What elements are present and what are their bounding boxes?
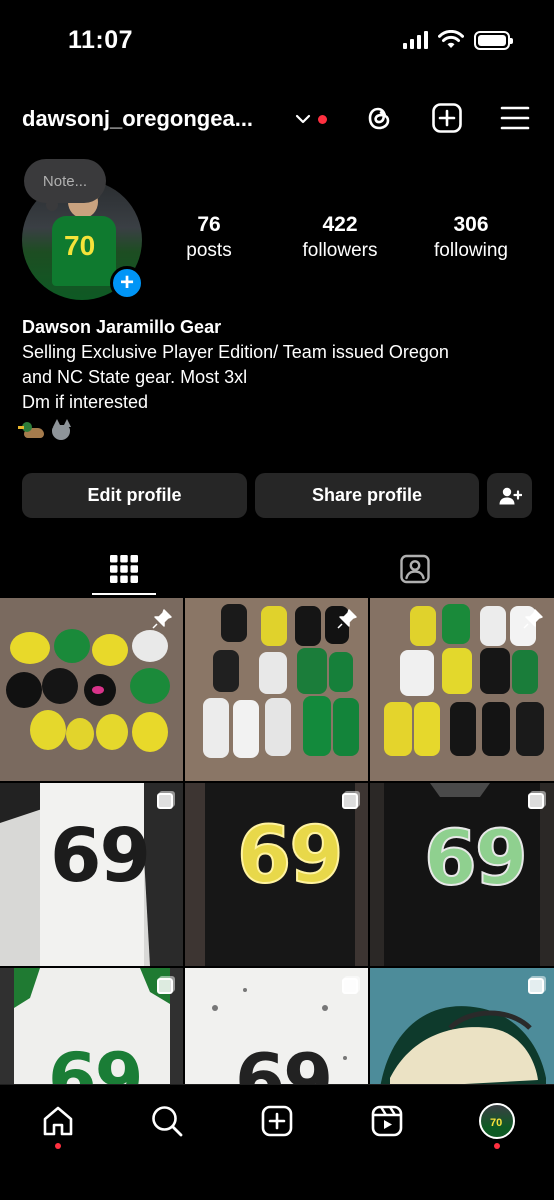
jersey-number: 69	[50, 813, 151, 899]
multi-photo-icon	[342, 793, 358, 809]
nav-profile[interactable]: 70	[475, 1099, 519, 1143]
profile-avatar: 70	[479, 1103, 515, 1139]
pinned-post-icon	[151, 608, 173, 635]
grid-post[interactable]	[370, 598, 554, 781]
followers-count: 422	[322, 213, 358, 236]
grid-post[interactable]: 69	[185, 783, 368, 966]
create-icon	[261, 1105, 293, 1137]
followers-label: followers	[302, 240, 378, 261]
menu-icon[interactable]	[497, 100, 533, 136]
multi-photo-icon	[342, 978, 358, 994]
posts-stat[interactable]: 76 posts	[168, 212, 250, 264]
posts-label: posts	[186, 240, 232, 261]
wolf-emoji-icon	[50, 419, 74, 441]
active-tab-indicator	[92, 593, 156, 595]
bio-emojis	[18, 417, 532, 443]
chevron-down-icon[interactable]	[294, 108, 312, 130]
wifi-icon	[438, 30, 464, 48]
nav-create[interactable]	[255, 1099, 299, 1143]
note-bubble[interactable]: Note...	[24, 159, 106, 211]
following-stat[interactable]: 306 following	[421, 212, 521, 264]
pinned-post-icon	[522, 608, 544, 635]
profile-header: dawsonj_oregongea...	[0, 96, 554, 144]
multi-photo-icon	[157, 793, 173, 809]
duck-emoji-icon	[18, 420, 46, 440]
posts-grid: 69 69 69 69 69	[0, 598, 554, 1151]
tagged-icon	[400, 554, 430, 584]
battery-icon	[474, 30, 513, 50]
following-label: following	[434, 240, 508, 261]
status-bar: 11:07	[0, 0, 554, 84]
profile-notification-dot	[494, 1143, 500, 1149]
nav-home[interactable]	[36, 1099, 80, 1143]
status-icons	[403, 30, 513, 50]
posts-count: 76	[197, 213, 221, 236]
grid-post[interactable]	[185, 598, 368, 781]
home-icon	[43, 1106, 73, 1136]
tab-posts-grid[interactable]	[92, 540, 156, 598]
mini-avatar-number: 70	[490, 1117, 503, 1129]
grid-post[interactable]	[0, 598, 183, 781]
jersey-number: 69	[423, 812, 529, 903]
followers-stat[interactable]: 422 followers	[290, 212, 390, 264]
nav-search[interactable]	[145, 1099, 189, 1143]
bio-line: Dm if interested	[22, 392, 149, 412]
search-icon	[152, 1106, 183, 1137]
bottom-navigation: 70	[0, 1084, 554, 1200]
bio-line: Selling Exclusive Player Edition/ Team i…	[22, 342, 449, 362]
discover-people-button[interactable]	[487, 473, 532, 518]
grid-post[interactable]: 69	[0, 783, 183, 966]
grid-post[interactable]: 69	[370, 783, 554, 966]
pinned-post-icon	[336, 608, 358, 635]
clock: 11:07	[68, 26, 134, 54]
username-switcher[interactable]: dawsonj_oregongea...	[22, 106, 253, 132]
cellular-signal-icon	[403, 31, 428, 49]
profile-bio: Dawson Jaramillo Gear Selling Exclusive …	[18, 315, 532, 443]
bio-line: and NC State gear. Most 3xl	[22, 367, 248, 387]
following-count: 306	[453, 213, 489, 236]
notification-dot	[318, 115, 327, 124]
reels-icon	[371, 1105, 403, 1137]
add-person-icon	[499, 487, 522, 504]
share-profile-button[interactable]: Share profile	[255, 473, 479, 518]
create-post-icon[interactable]	[429, 100, 465, 136]
threads-icon[interactable]	[361, 100, 397, 136]
multi-photo-icon	[528, 793, 544, 809]
add-story-plus-icon[interactable]: +	[110, 266, 144, 300]
nav-reels[interactable]	[365, 1099, 409, 1143]
edit-profile-button[interactable]: Edit profile	[22, 473, 247, 518]
tab-tagged[interactable]	[383, 540, 447, 598]
grid-icon	[110, 555, 138, 583]
home-notification-dot	[55, 1143, 61, 1149]
multi-photo-icon	[157, 978, 173, 994]
multi-photo-icon	[528, 978, 544, 994]
display-name: Dawson Jaramillo Gear	[22, 317, 222, 337]
jersey-number: 69	[236, 810, 345, 902]
avatar-jersey-number: 70	[64, 230, 96, 261]
